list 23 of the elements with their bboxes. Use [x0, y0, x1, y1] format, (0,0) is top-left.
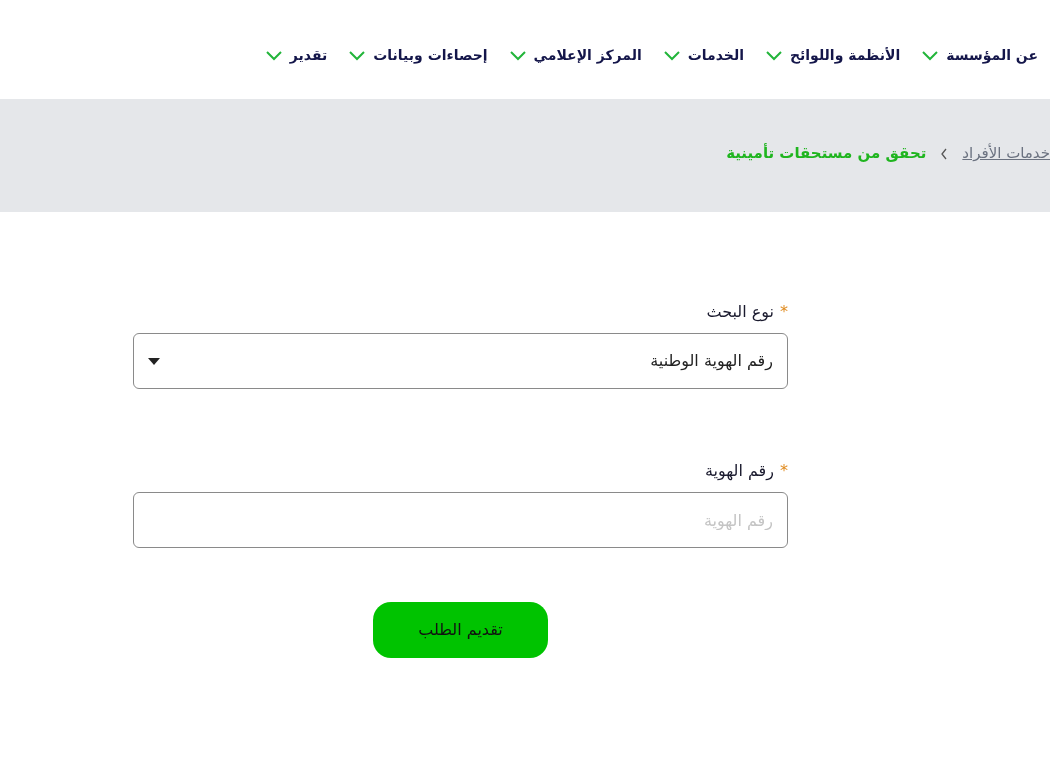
nav-item[interactable]: المركز الإعلامي [509, 45, 642, 66]
chevron-down-icon [509, 50, 526, 61]
chevron-down-icon [663, 50, 680, 61]
nav-item[interactable]: الأنظمة واللوائح [765, 45, 901, 66]
id-number-input[interactable]: رقم الهوية [133, 492, 788, 548]
dropdown-caret-icon [148, 357, 160, 365]
chevron-left-icon [940, 147, 949, 160]
chevron-down-icon [765, 50, 782, 61]
submit-button[interactable]: تقديم الطلب [373, 602, 548, 658]
required-asterisk: * [780, 460, 788, 482]
breadcrumb-link[interactable]: خدمات الأفراد [962, 142, 1050, 165]
breadcrumb-current: تحقق من مستحقات تأمينية [726, 142, 927, 165]
nav-item[interactable]: عن المؤسسة [922, 45, 1038, 66]
nav-item[interactable]: إحصاءات وبيانات [349, 45, 488, 66]
field-label: رقم الهوية [704, 460, 774, 483]
field-label: نوع البحث [706, 301, 774, 324]
required-asterisk: * [780, 301, 788, 323]
chevron-down-icon [265, 50, 282, 61]
chevron-down-icon [922, 50, 939, 61]
chevron-down-icon [349, 50, 366, 61]
search-type-dropdown[interactable]: رقم الهوية الوطنية [133, 333, 788, 389]
nav-item[interactable]: تقدير [265, 45, 328, 66]
nav-item[interactable]: الخدمات [663, 45, 744, 66]
